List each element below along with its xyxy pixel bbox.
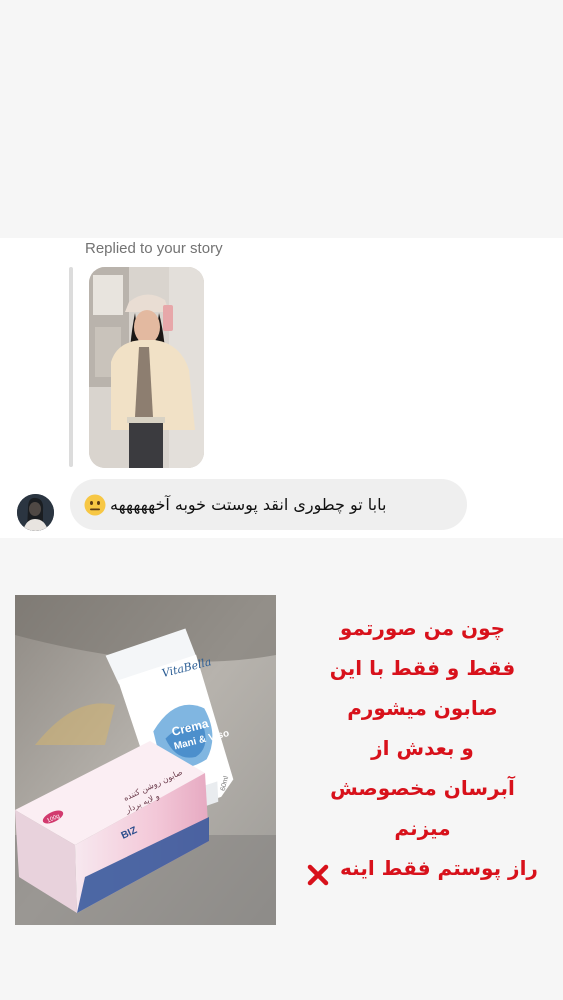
product-photo: VitaBella Crema Mani & Viso 60ml صابون ر… xyxy=(15,595,276,925)
caption-line-2: فقط و فقط با این xyxy=(329,656,516,680)
reply-quote-bar xyxy=(69,267,73,467)
replied-to-story-label: Replied to your story xyxy=(85,240,223,257)
caption-line-5: آبرسان مخصوصش xyxy=(330,776,515,800)
story-screenshot: Replied to your story بابا تو چطوری انقد… xyxy=(0,0,563,1000)
caption-line-3: صابون میشورم xyxy=(347,696,498,720)
red-caption: چون من صورتمو فقط و فقط با این صابون میش… xyxy=(300,608,545,888)
caption-line-7: راز پوستم فقط اینه xyxy=(340,856,538,880)
cross-mark-icon xyxy=(307,859,329,885)
neutral-face-icon xyxy=(84,494,106,516)
dm-conversation: Replied to your story بابا تو چطوری انقد… xyxy=(0,238,563,538)
caption-line-1: چون من صورتمو xyxy=(339,616,506,640)
caption-line-6: میزنم xyxy=(394,816,451,840)
story-thumbnail[interactable] xyxy=(89,267,204,468)
caption-line-4: و بعدش از xyxy=(371,736,474,760)
message-bubble[interactable]: بابا تو چطوری انقد پوستت خوبه آخهههههه xyxy=(70,479,467,530)
sender-avatar[interactable] xyxy=(17,494,54,531)
caption-line-7-row: راز پوستم فقط اینه xyxy=(300,848,545,888)
top-blank-area xyxy=(0,0,563,238)
message-text: بابا تو چطوری انقد پوستت خوبه آخهههههه xyxy=(110,495,387,514)
